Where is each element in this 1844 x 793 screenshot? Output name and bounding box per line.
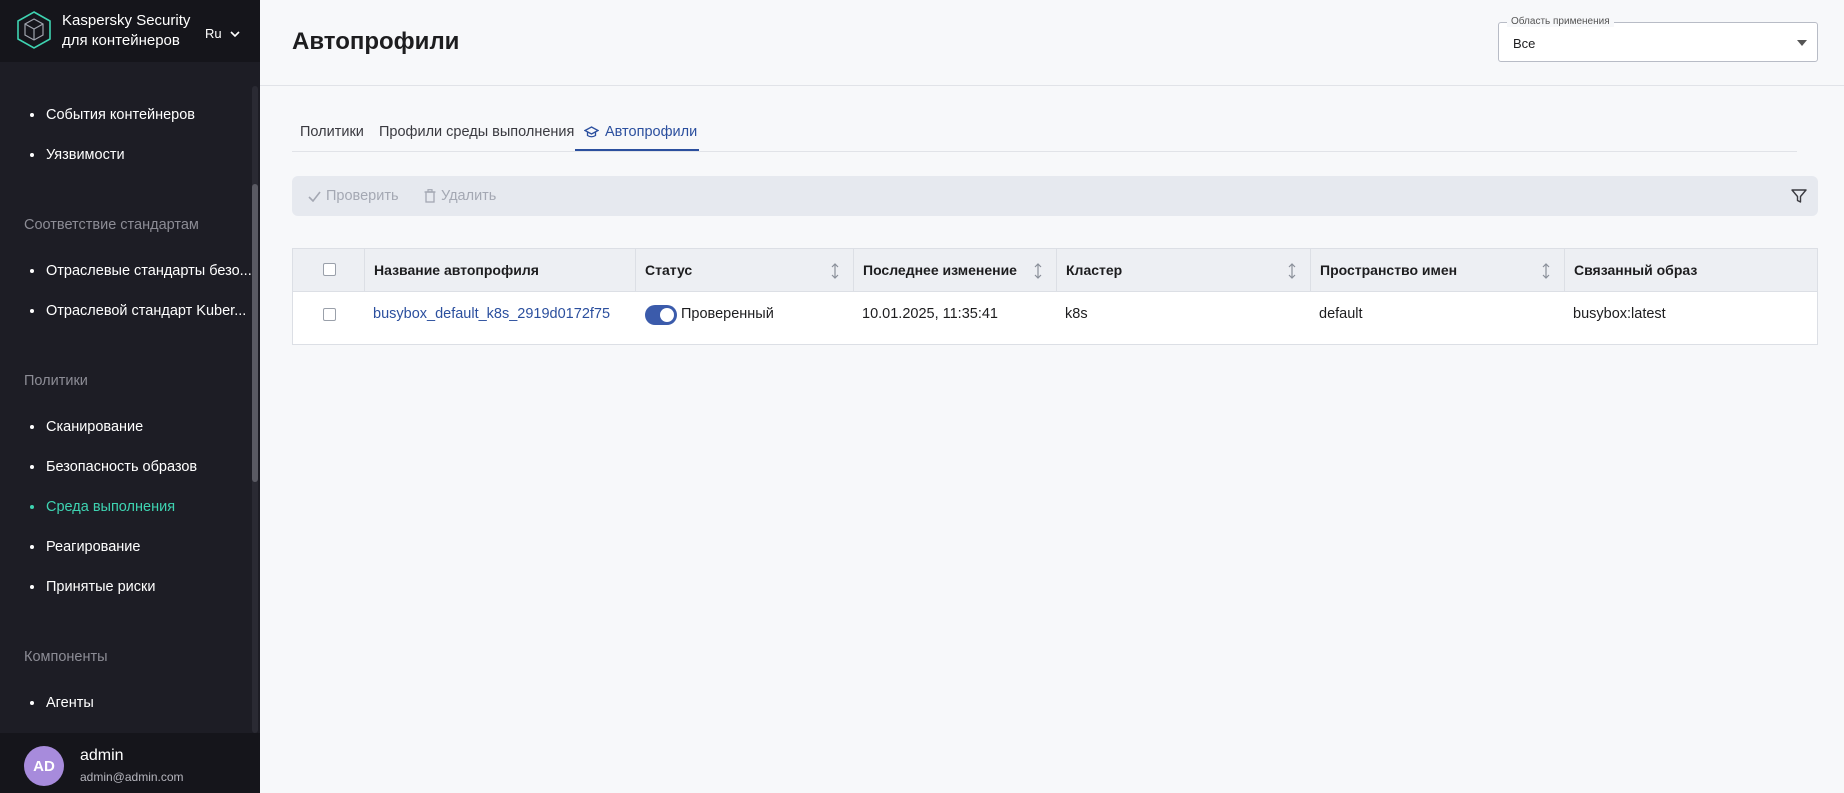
user-email: admin@admin.com — [80, 770, 184, 784]
scope-select-label: Область применения — [1507, 16, 1614, 27]
autoprofiles-table: Название автопрофиля Статус Последнее из… — [292, 248, 1818, 345]
modified-date: 10.01.2025, 11:35:41 — [862, 306, 998, 322]
sort-icon[interactable] — [1541, 262, 1551, 280]
bullet-icon — [30, 465, 34, 469]
sidebar-item-accepted-risks[interactable]: Принятые риски — [30, 579, 155, 595]
active-tab-indicator — [575, 149, 699, 151]
sidebar-item-label: Отраслевые стандарты безо... — [46, 263, 252, 279]
delete-button-label: Удалить — [441, 188, 497, 204]
sidebar-item-image-security[interactable]: Безопасность образов — [30, 459, 197, 475]
sort-icon[interactable] — [1287, 262, 1297, 280]
sidebar-section-policies: Политики — [24, 373, 88, 389]
tab-bar: Политики Профили среды выполнения Автопр… — [292, 118, 1797, 152]
header-modified-label: Последнее изменение — [863, 262, 1017, 278]
delete-button[interactable]: Удалить — [424, 188, 496, 204]
cluster-name: k8s — [1065, 306, 1088, 322]
bullet-icon — [30, 545, 34, 549]
namespace-name: default — [1319, 306, 1363, 322]
brand-name: Kaspersky Security для контейнеров — [62, 11, 190, 51]
tab-label: Политики — [300, 124, 364, 140]
sidebar-item-label: Уязвимости — [46, 147, 125, 163]
bullet-icon — [30, 113, 34, 117]
sidebar-item-container-events[interactable]: События контейнеров — [30, 107, 195, 123]
linked-image: busybox:latest — [1573, 306, 1666, 322]
sidebar: Kaspersky Security для контейнеров Ru Со… — [0, 0, 260, 793]
tab-autoprofiles[interactable]: Автопрофили — [584, 124, 697, 140]
select-all-checkbox[interactable] — [323, 263, 336, 276]
kaspersky-logo-icon[interactable] — [15, 10, 53, 50]
header-modified[interactable]: Последнее изменение — [854, 249, 1057, 292]
caret-down-icon — [1797, 40, 1807, 46]
checkmark-icon — [308, 191, 321, 202]
sidebar-header: Kaspersky Security для контейнеров Ru — [0, 0, 260, 62]
sidebar-item-scanning[interactable]: Сканирование — [30, 419, 143, 435]
sort-icon[interactable] — [830, 262, 840, 280]
sidebar-item-label: Безопасность образов — [46, 459, 198, 475]
header-image[interactable]: Связанный образ — [1565, 249, 1817, 292]
toggle-knob — [660, 308, 674, 322]
header-status-label: Статус — [645, 262, 693, 278]
check-button[interactable]: Проверить — [308, 188, 399, 204]
bullet-icon — [30, 585, 34, 589]
sidebar-section-compliance: Соответствие стандартам — [24, 217, 199, 233]
sidebar-scrollbar-thumb[interactable] — [252, 184, 258, 482]
sidebar-item-agents[interactable]: Агенты — [30, 695, 94, 711]
sidebar-item-label: Агенты — [46, 695, 94, 711]
autoprofile-name-link[interactable]: busybox_default_k8s_2919d0172f75 — [373, 306, 610, 322]
page-title: Автопрофили — [292, 28, 460, 55]
table-toolbar: Проверить Удалить — [292, 176, 1818, 216]
sidebar-item-industry-standards[interactable]: Отраслевые стандарты безо... — [30, 263, 252, 279]
user-name: admin — [80, 747, 124, 764]
sidebar-item-label: Среда выполнения — [46, 499, 176, 515]
tab-label: Профили среды выполнения — [379, 124, 575, 140]
tab-runtime-profiles[interactable]: Профили среды выполнения — [379, 124, 574, 140]
sidebar-item-label: Сканирование — [46, 419, 144, 435]
scope-select-value: Все — [1513, 36, 1536, 51]
header-cluster[interactable]: Кластер — [1057, 249, 1311, 292]
bullet-icon — [30, 269, 34, 273]
status-toggle[interactable] — [645, 305, 677, 325]
avatar[interactable]: AD — [24, 746, 64, 786]
language-selector[interactable]: Ru — [205, 26, 240, 41]
bullet-icon — [30, 153, 34, 157]
sidebar-item-response[interactable]: Реагирование — [30, 539, 140, 555]
sidebar-item-kubernetes-standard[interactable]: Отраслевой стандарт Kuber... — [30, 303, 246, 319]
header-select-cell — [293, 249, 365, 292]
sidebar-item-label: События контейнеров — [46, 107, 196, 123]
header-cluster-label: Кластер — [1066, 262, 1123, 278]
sort-icon[interactable] — [1033, 262, 1043, 280]
bullet-icon — [30, 425, 34, 429]
trash-icon — [424, 189, 436, 203]
sidebar-item-label: Реагирование — [46, 539, 141, 555]
header-image-label: Связанный образ — [1574, 262, 1698, 278]
graduation-cap-icon — [584, 125, 599, 137]
tab-policies[interactable]: Политики — [300, 124, 364, 140]
status-text: Проверенный — [681, 306, 774, 322]
sidebar-item-label: Отраслевой стандарт Kuber... — [46, 303, 247, 319]
language-label: Ru — [205, 26, 222, 41]
header-namespace[interactable]: Пространство имен — [1311, 249, 1565, 292]
check-button-label: Проверить — [326, 188, 399, 204]
chevron-down-icon — [230, 30, 240, 37]
bullet-icon — [30, 701, 34, 705]
row-select-checkbox[interactable] — [323, 308, 336, 321]
sidebar-item-label: Принятые риски — [46, 579, 156, 595]
sidebar-item-runtime[interactable]: Среда выполнения — [30, 499, 175, 515]
header-name-label: Название автопрофиля — [374, 262, 539, 278]
tab-label: Автопрофили — [605, 124, 698, 140]
brand-line-1: Kaspersky Security — [62, 12, 191, 29]
bullet-icon — [30, 309, 34, 313]
bullet-icon — [30, 505, 34, 509]
brand-line-2: для контейнеров — [62, 32, 180, 49]
scope-select[interactable]: Область применения Все — [1498, 16, 1818, 62]
user-panel[interactable]: AD admin admin@admin.com — [0, 733, 260, 793]
filter-icon[interactable] — [1790, 187, 1808, 205]
header-name[interactable]: Название автопрофиля — [365, 249, 636, 292]
sidebar-item-vulnerabilities[interactable]: Уязвимости — [30, 147, 125, 163]
header-status[interactable]: Статус — [636, 249, 854, 292]
header-namespace-label: Пространство имен — [1320, 262, 1458, 278]
sidebar-section-components: Компоненты — [24, 649, 108, 665]
table-header: Название автопрофиля Статус Последнее из… — [293, 249, 1817, 292]
